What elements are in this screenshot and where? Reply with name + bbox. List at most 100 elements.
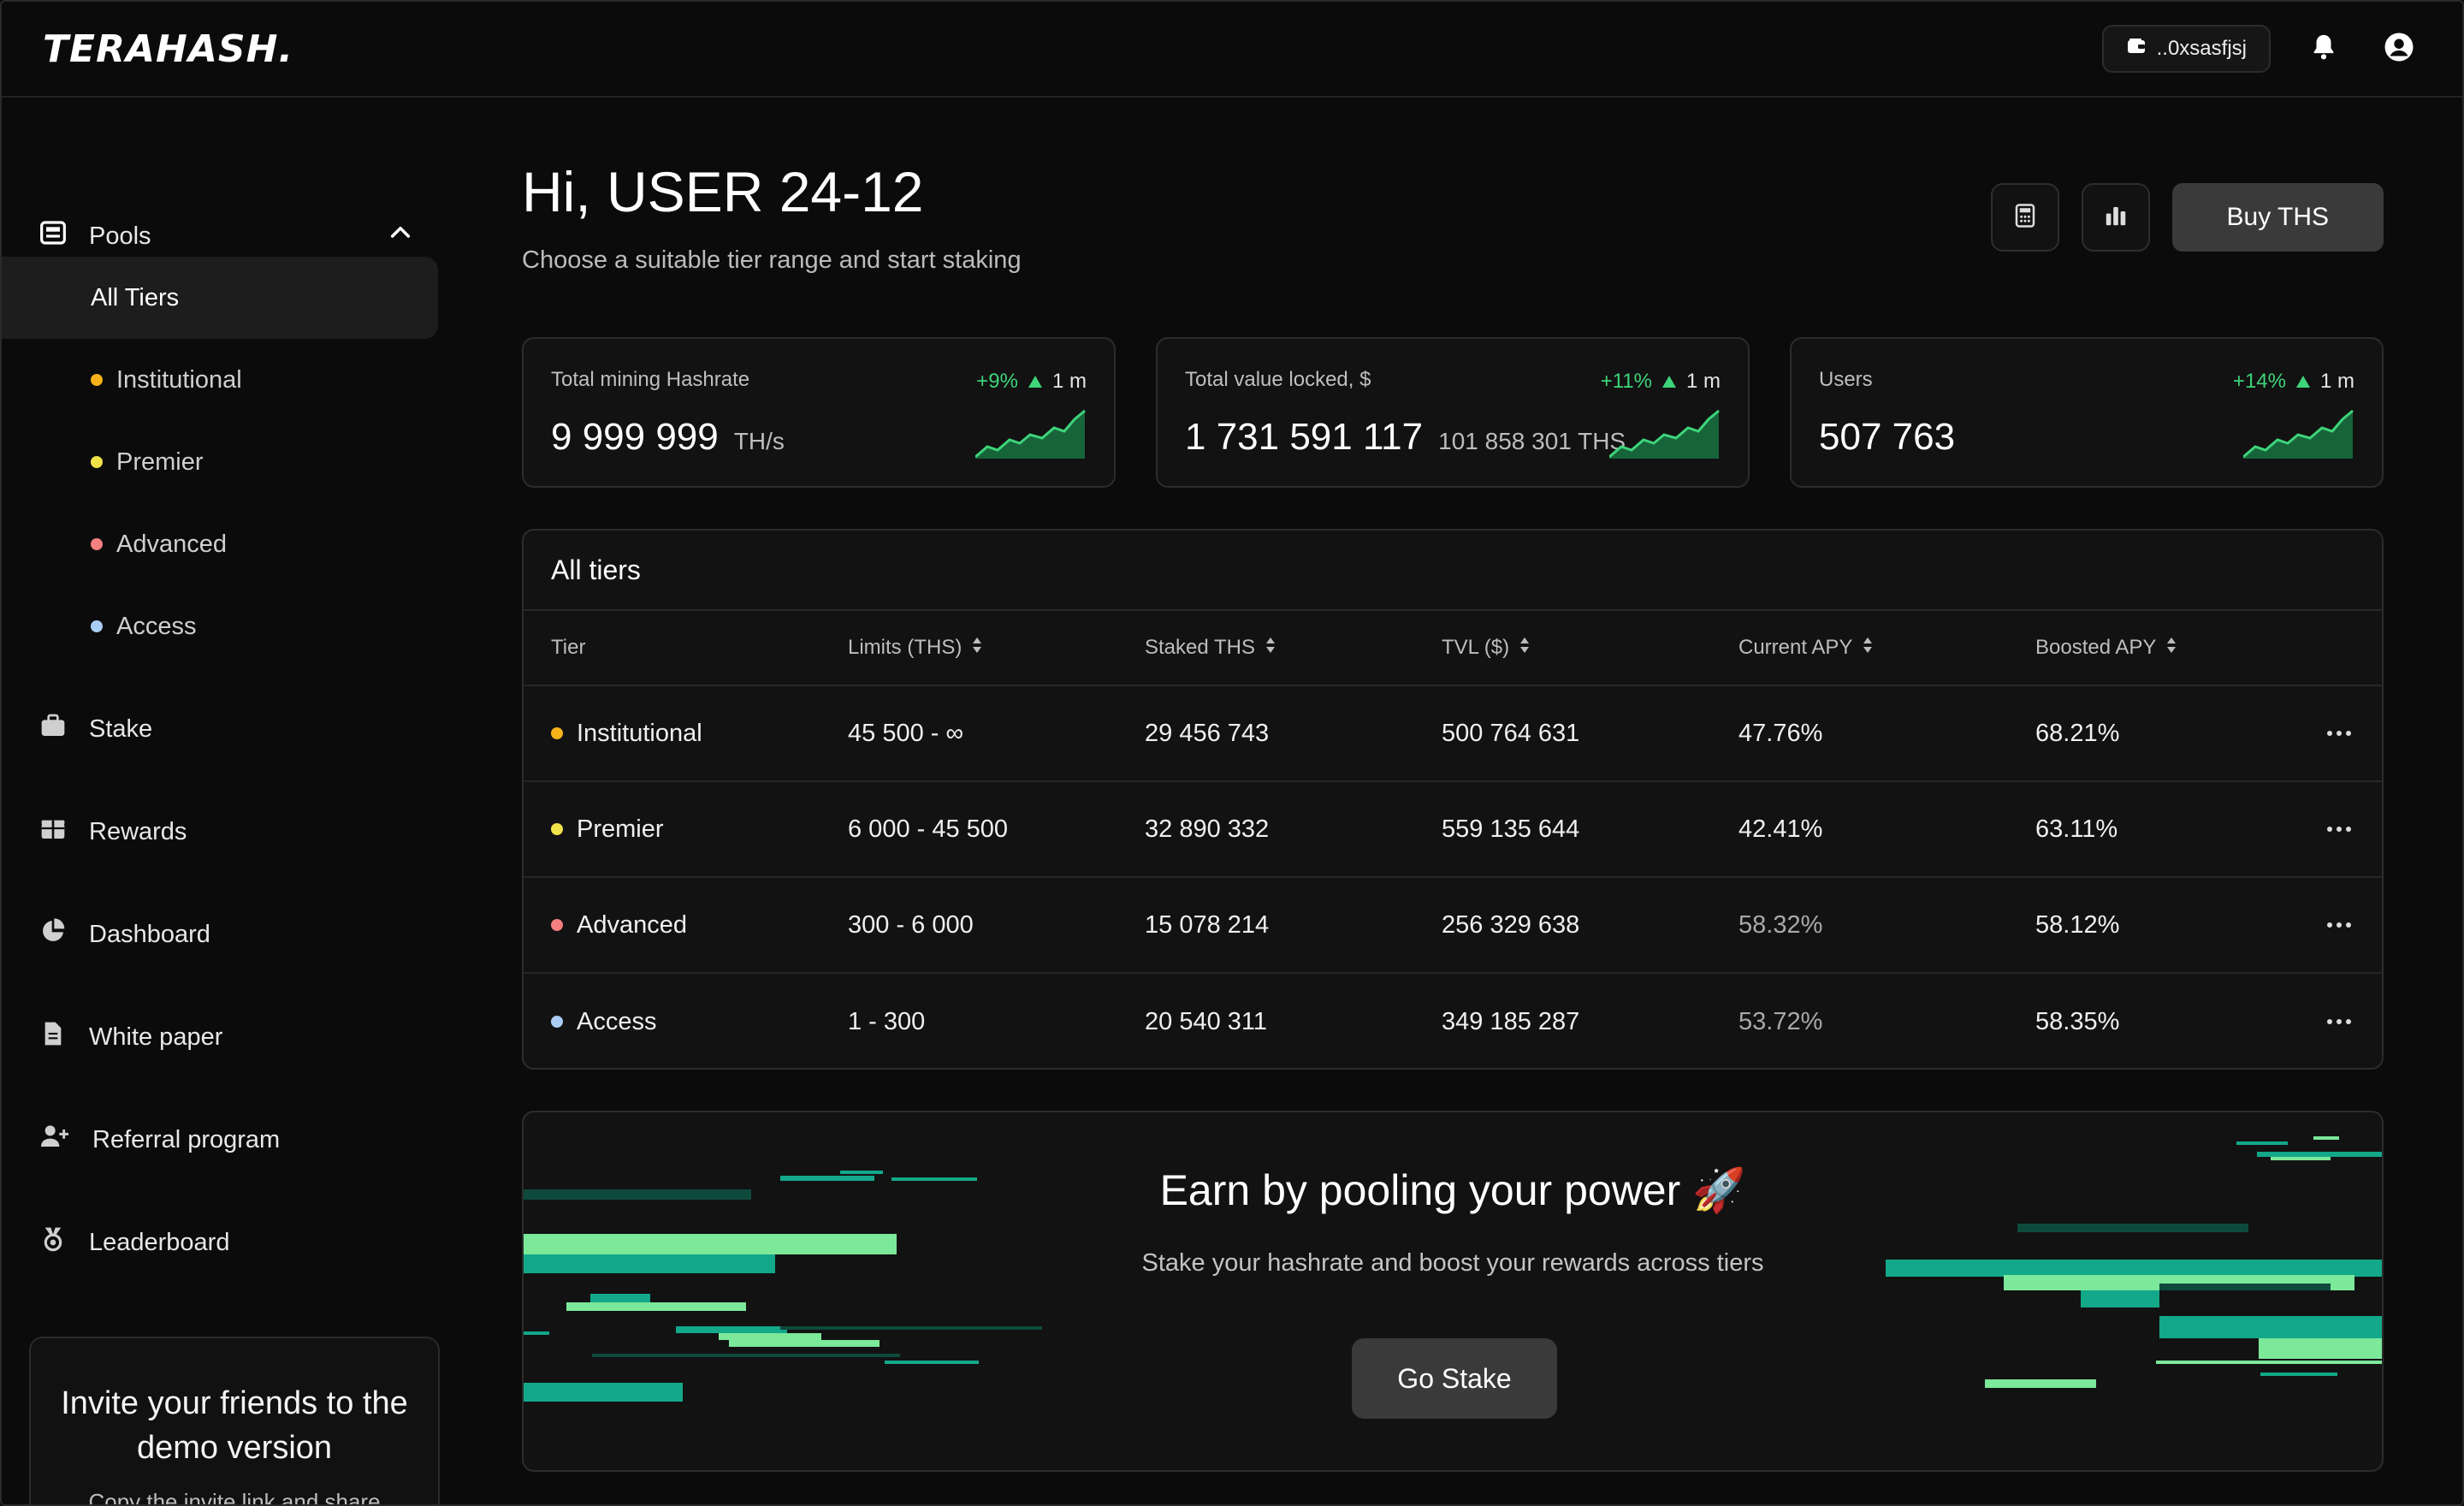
sparkline-chart — [2243, 409, 2354, 459]
document-icon — [39, 1020, 67, 1054]
stat-card-users: Users +14% 1 m 507 763 — [1790, 337, 2384, 488]
sidebar-item-white-paper[interactable]: White paper — [2, 996, 438, 1078]
more-options-icon[interactable] — [2322, 1005, 2356, 1039]
buy-ths-button[interactable]: Buy THS — [2171, 183, 2384, 252]
sort-icon[interactable] — [2166, 636, 2177, 660]
stat-value-row: 507 763 — [1819, 416, 1955, 459]
column-header-boosted-apy[interactable]: Boosted APY — [2035, 636, 2177, 661]
staked-cell: 32 890 332 — [1145, 815, 1270, 843]
tier-dot — [91, 538, 103, 550]
wallet-address: ..0xsasfjsj — [2156, 37, 2247, 60]
sort-icon[interactable] — [1519, 636, 1530, 660]
invite-subtitle: Copy the invite link and share — [88, 1489, 381, 1506]
invite-card: Invite your friends to the demo version … — [29, 1337, 440, 1506]
chevron-up-icon[interactable] — [387, 219, 414, 253]
sort-icon[interactable] — [972, 636, 982, 660]
arrow-up-icon — [2295, 370, 2310, 394]
tier-dot — [91, 456, 103, 468]
more-options-icon[interactable] — [2322, 908, 2356, 942]
promo-subtitle: Stake your hashrate and boost your rewar… — [1141, 1249, 1764, 1277]
column-header-tvl[interactable]: TVL ($) — [1442, 636, 1530, 661]
wallet-button[interactable]: ..0xsasfjsj — [2101, 25, 2271, 73]
arrow-up-icon — [1661, 370, 1676, 394]
go-stake-button[interactable]: Go Stake — [1352, 1338, 1557, 1419]
sidebar-tier-institutional[interactable]: Institutional — [2, 339, 438, 421]
medal-icon — [39, 1225, 67, 1260]
sidebar-item-label: Institutional — [116, 365, 242, 394]
tvl-cell: 500 764 631 — [1442, 719, 1580, 747]
app-logo[interactable]: TERAHASH. — [43, 27, 293, 71]
column-header-current-apy[interactable]: Current APY — [1738, 636, 1873, 661]
tier-cell: Premier — [551, 815, 664, 844]
stat-value: 9 999 999 — [551, 416, 719, 458]
stat-unit: TH/s — [733, 428, 785, 454]
sort-icon[interactable] — [1863, 636, 1873, 660]
tier-name: Access — [577, 1007, 657, 1035]
sidebar-item-stake[interactable]: Stake — [2, 688, 438, 770]
more-options-icon[interactable] — [2322, 812, 2356, 846]
table-header-row: Tier Limits (THS) Staked THS TVL ($) Cur… — [524, 611, 2382, 686]
table-row[interactable]: Premier 6 000 - 45 500 32 890 332 559 13… — [524, 782, 2382, 878]
more-options-icon[interactable] — [2322, 716, 2356, 750]
top-bar-actions: ..0xsasfjsj — [2101, 25, 2421, 73]
stat-change: +11% 1 m — [1601, 370, 1721, 394]
calculator-button[interactable] — [1990, 183, 2059, 252]
stat-change-value: +14% — [2232, 370, 2286, 393]
sidebar-tier-all[interactable]: All Tiers — [2, 257, 438, 339]
sort-icon[interactable] — [1265, 636, 1276, 660]
tier-dot — [551, 727, 563, 739]
stat-change: +14% 1 m — [2233, 370, 2354, 394]
sidebar-item-label: Access — [116, 612, 197, 640]
column-header-limits[interactable]: Limits (THS) — [848, 636, 982, 661]
sidebar-tier-advanced[interactable]: Advanced — [2, 503, 438, 585]
table-row[interactable]: Access 1 - 300 20 540 311 349 185 287 53… — [524, 974, 2382, 1068]
tier-name: Advanced — [577, 910, 687, 939]
tier-dot — [91, 620, 103, 632]
sidebar-item-rewards[interactable]: Rewards — [2, 791, 438, 873]
limits-cell: 45 500 - ∞ — [848, 719, 964, 747]
arrow-up-icon — [1028, 370, 1042, 394]
page-title: Hi, USER 24-12 — [522, 160, 924, 223]
tier-dot — [551, 1016, 563, 1028]
sidebar-item-dashboard[interactable]: Dashboard — [2, 893, 438, 975]
sidebar-item-referral[interactable]: Referral program — [2, 1099, 438, 1181]
column-header-label: Limits (THS) — [848, 635, 962, 659]
boosted-apy-cell: 58.35% — [2035, 1007, 2120, 1035]
notifications-button[interactable] — [2301, 27, 2346, 71]
stat-value: 1 731 591 117 — [1185, 416, 1424, 458]
table-row[interactable]: Institutional 45 500 - ∞ 29 456 743 500 … — [524, 686, 2382, 782]
staked-cell: 29 456 743 — [1145, 719, 1270, 747]
sparkline-chart — [975, 409, 1086, 459]
tier-cell: Institutional — [551, 720, 702, 748]
sidebar-tier-access[interactable]: Access — [2, 585, 438, 667]
boosted-apy-cell: 68.21% — [2035, 719, 2120, 747]
tier-cell: Access — [551, 1008, 656, 1036]
table-row[interactable]: Advanced 300 - 6 000 15 078 214 256 329 … — [524, 878, 2382, 974]
sidebar-item-label: All Tiers — [91, 283, 180, 311]
stat-value-row: 9 999 999 TH/s — [551, 416, 785, 459]
top-bar: TERAHASH. ..0xsasfjsj — [2, 2, 2462, 98]
stat-change-value: +9% — [976, 370, 1018, 393]
current-apy-cell: 53.72% — [1738, 1007, 1823, 1035]
gift-icon — [39, 815, 67, 849]
stat-change: +9% 1 m — [976, 370, 1087, 394]
staked-cell: 20 540 311 — [1145, 1007, 1267, 1035]
add-user-icon — [39, 1123, 70, 1157]
profile-button[interactable] — [2377, 27, 2421, 71]
current-apy-cell: 58.32% — [1738, 910, 1823, 939]
column-header-staked[interactable]: Staked THS — [1145, 636, 1276, 661]
stat-value: 507 763 — [1819, 416, 1956, 458]
sidebar-item-label: Leaderboard — [89, 1228, 230, 1256]
tiers-table: All tiers Tier Limits (THS) Staked THS T… — [522, 529, 2384, 1070]
sidebar-item-label: Dashboard — [89, 920, 210, 948]
stats-button[interactable] — [2081, 183, 2150, 252]
promo-banner: Earn by pooling your power 🚀 Stake your … — [522, 1111, 2384, 1472]
sidebar-item-label: Referral program — [92, 1125, 281, 1153]
tier-dot — [551, 823, 563, 835]
sidebar-item-leaderboard[interactable]: Leaderboard — [2, 1201, 438, 1284]
column-header-label: Current APY — [1738, 635, 1853, 659]
stat-change-period: 1 m — [2319, 370, 2354, 393]
invite-title: Invite your friends to the demo version — [61, 1385, 408, 1466]
sidebar-tier-premier[interactable]: Premier — [2, 421, 438, 503]
app-window: TERAHASH. ..0xsasfjsj Pools All Tiers In… — [0, 0, 2464, 1506]
